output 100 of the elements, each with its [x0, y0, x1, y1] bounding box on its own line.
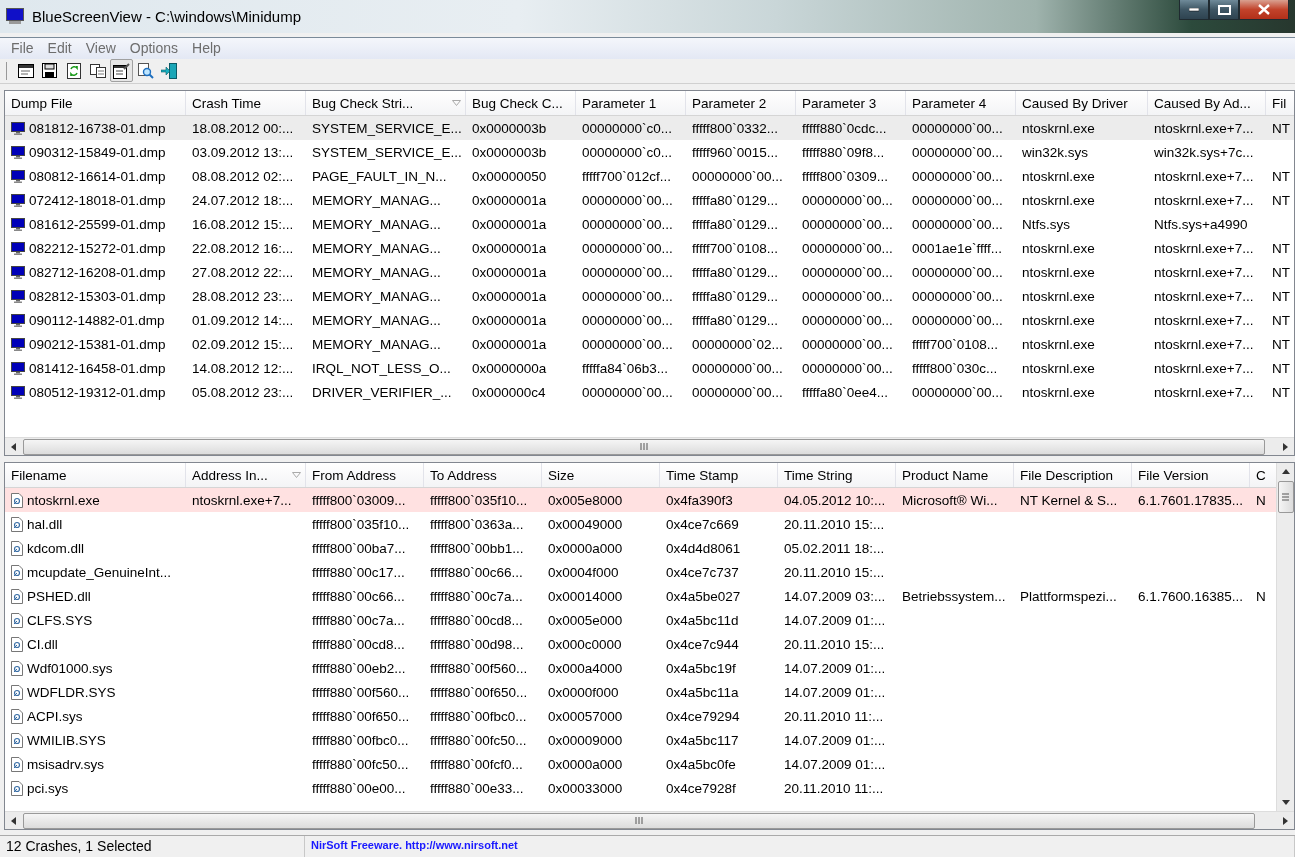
- table-row[interactable]: kdcom.dll fffff800`00ba7... fffff800`00bb1... 0x0000a000 0x4d4d8061 05.02.2011 18:...: [5, 536, 1276, 560]
- website-link[interactable]: NirSoft Freeware. http://www.nirsoft.net: [311, 838, 518, 851]
- table-row[interactable]: WDFLDR.SYS fffff880`00f560... fffff880`00f650... 0x0000f000 0x4a5bc11a 14.07.2009 01:...: [5, 680, 1276, 704]
- table-row[interactable]: WMILIB.SYS fffff880`00fbc0... fffff880`00fc50... 0x00009000 0x4a5bc117 14.07.2009 01:...: [5, 728, 1276, 752]
- table-row[interactable]: 090212-15381-01.dmp 02.09.2012 15:... MEMORY_MANAG... 0x0000001a 00000000`00... 00000000`02... 00000000`00... fffff700`0108... ntoskrnl.exe ntoskrnl.exe+7... NT: [5, 332, 1294, 356]
- table-row[interactable]: 090112-14882-01.dmp 01.09.2012 14:... MEMORY_MANAG... 0x0000001a 00000000`00... fffffa80`0129... 00000000`00... 00000000`00... ntoskrnl.exe ntoskrnl.exe+7... NT: [5, 308, 1294, 332]
- scroll-left-icon[interactable]: [10, 442, 17, 451]
- column-header[interactable]: Address In...: [186, 463, 306, 487]
- menu-item[interactable]: View: [78, 40, 123, 57]
- column-header[interactable]: Time Stamp: [660, 463, 778, 487]
- table-row[interactable]: msisadrv.sys fffff880`00fc50... fffff880`00fcf0... 0x0000a000 0x4a5bc0fe 14.07.2009 01:...: [5, 752, 1276, 776]
- grip-icon: [640, 443, 648, 450]
- table-cell: PSHED.dll: [27, 588, 91, 604]
- table-cell: 00000000`00...: [582, 240, 673, 256]
- table-cell: 00000000`00...: [912, 312, 1003, 328]
- column-header[interactable]: Bug Check C...: [466, 91, 576, 115]
- scroll-right-icon[interactable]: [1282, 816, 1289, 825]
- table-row[interactable]: 080512-19312-01.dmp 05.08.2012 23:... DRIVER_VERIFIER_... 0x000000c4 00000000`00... 00000000`00... fffffa80`0ee4... 00000000`00... ntoskrnl.exe ntoskrnl.exe+7... NT: [5, 380, 1294, 404]
- menu-item[interactable]: Help: [185, 40, 228, 57]
- table-row[interactable]: 081612-25599-01.dmp 16.08.2012 15:... MEMORY_MANAG... 0x0000001a 00000000`00... fffffa80`0129... 00000000`00... 00000000`00... Ntfs.sys Ntfs.sys+a4990: [5, 212, 1294, 236]
- table-row[interactable]: PSHED.dll fffff880`00c66... fffff880`00c7a... 0x00014000 0x4a5be027 14.07.2009 03:... Betriebssystem... Plattformspezi... 6.1.7600.16385... N: [5, 584, 1276, 608]
- table-cell: 01.09.2012 14:...: [192, 312, 294, 328]
- menu-item[interactable]: Options: [122, 40, 186, 57]
- save-icon: [42, 63, 57, 79]
- table-cell: 0x0000001a: [472, 264, 547, 280]
- table-cell: 00000000`00...: [912, 120, 1003, 136]
- column-header[interactable]: File Description: [1014, 463, 1132, 487]
- table-row[interactable]: ACPI.sys fffff880`00f650... fffff880`00fbc0... 0x00057000 0x4ce79294 20.11.2010 11:...: [5, 704, 1276, 728]
- table-cell: fffff700`012cf...: [582, 168, 672, 184]
- table-row[interactable]: 082212-15272-01.dmp 22.08.2012 16:... MEMORY_MANAG... 0x0000001a 00000000`00... fffff700`0108... 00000000`00... 0001ae1e`ffff... ntoskrnl.exe ntoskrnl.exe+7... NT: [5, 236, 1294, 260]
- table-cell: Wdf01000.sys: [27, 660, 113, 676]
- table-cell: 0x00049000: [548, 516, 623, 532]
- column-header[interactable]: Fil: [1266, 91, 1294, 115]
- table-row[interactable]: pci.sys fffff880`00e00... fffff880`00e33... 0x00033000 0x4ce7928f 20.11.2010 11:...: [5, 776, 1276, 800]
- scroll-down-icon[interactable]: [1281, 800, 1290, 805]
- scroll-right-icon[interactable]: [1282, 442, 1289, 451]
- toolbar-button[interactable]: [110, 59, 133, 83]
- column-header[interactable]: Filename: [5, 463, 186, 487]
- table-cell: NT: [1272, 288, 1290, 304]
- table-row[interactable]: CLFS.SYS fffff880`00c7a... fffff880`00cd8... 0x0005e000 0x4a5bc11d 14.07.2009 01:...: [5, 608, 1276, 632]
- table-cell: 00000000`00...: [912, 384, 1003, 400]
- column-header[interactable]: Parameter 3: [796, 91, 906, 115]
- table-row[interactable]: 082812-15303-01.dmp 28.08.2012 23:... MEMORY_MANAG... 0x0000001a 00000000`00... fffffa80`0129... 00000000`00... 00000000`00... ntoskrnl.exe ntoskrnl.exe+7... NT: [5, 284, 1294, 308]
- column-header[interactable]: Parameter 2: [686, 91, 796, 115]
- column-header[interactable]: To Address: [424, 463, 542, 487]
- column-header[interactable]: Dump File: [5, 91, 186, 115]
- column-header[interactable]: Parameter 1: [576, 91, 686, 115]
- table-cell: WDFLDR.SYS: [27, 684, 116, 700]
- column-header[interactable]: Parameter 4: [906, 91, 1016, 115]
- table-row[interactable]: 090312-15849-01.dmp 03.09.2012 13:... SYSTEM_SERVICE_E... 0x0000003b 00000000`c0... fffff960`0015... fffff880`09f8... 00000000`00... win32k.sys win32k.sys+7c...: [5, 140, 1294, 164]
- menu-item[interactable]: Edit: [40, 40, 79, 57]
- table-cell: 0x0000001a: [472, 240, 547, 256]
- table-row[interactable]: 072412-18018-01.dmp 24.07.2012 18:... MEMORY_MANAG... 0x0000001a 00000000`00... fffffa80`0129... 00000000`00... 00000000`00... ntoskrnl.exe ntoskrnl.exe+7... NT: [5, 188, 1294, 212]
- column-header[interactable]: Caused By Ad...: [1148, 91, 1266, 115]
- table-cell: fffff800`030c...: [912, 360, 998, 376]
- table-cell: 00000000`00...: [692, 384, 783, 400]
- column-header[interactable]: Caused By Driver: [1016, 91, 1148, 115]
- column-header[interactable]: Size: [542, 463, 660, 487]
- column-header[interactable]: Bug Check Stri...: [306, 91, 466, 115]
- vertical-scrollbar[interactable]: [1276, 463, 1294, 811]
- table-row[interactable]: CI.dll fffff880`00cd8... fffff880`00d98... 0x000c0000 0x4ce7c944 20.11.2010 15:...: [5, 632, 1276, 656]
- close-button[interactable]: [1239, 0, 1289, 20]
- minimize-button[interactable]: [1179, 0, 1209, 20]
- column-header[interactable]: File Version: [1132, 463, 1250, 487]
- table-cell: 02.09.2012 15:...: [192, 336, 294, 352]
- column-header[interactable]: From Address: [306, 463, 424, 487]
- table-row[interactable]: Wdf01000.sys fffff880`00eb2... fffff880`00f560... 0x000a4000 0x4a5bc19f 14.07.2009 01:...: [5, 656, 1276, 680]
- table-cell: fffff880`00c66...: [312, 588, 405, 604]
- table-cell: ntoskrnl.exe+7...: [1154, 168, 1254, 184]
- scroll-up-icon[interactable]: [1281, 469, 1290, 474]
- table-cell: 0x4a5bc19f: [666, 660, 736, 676]
- column-header[interactable]: Product Name: [896, 463, 1014, 487]
- scroll-thumb[interactable]: [1277, 481, 1294, 513]
- table-cell: fffff800`03009...: [312, 492, 406, 508]
- table-row[interactable]: 081412-16458-01.dmp 14.08.2012 12:... IRQL_NOT_LESS_O... 0x0000000a fffffa84`06b3... 00000000`00... 00000000`00... fffff800`030c... ntoskrnl.exe ntoskrnl.exe+7... NT: [5, 356, 1294, 380]
- table-cell: 00000000`00...: [912, 144, 1003, 160]
- menu-item[interactable]: File: [4, 40, 41, 57]
- table-cell: MEMORY_MANAG...: [312, 240, 441, 256]
- table-cell: 0x00000050: [472, 168, 547, 184]
- table-cell: mcupdate_GenuineInt...: [27, 564, 172, 580]
- table-cell: 082212-15272-01.dmp: [29, 240, 166, 256]
- table-row[interactable]: 080812-16614-01.dmp 08.08.2012 02:... PAGE_FAULT_IN_N... 0x00000050 fffff700`012cf... 00000000`00... fffff800`0309... 00000000`00... ntoskrnl.exe ntoskrnl.exe+7... NT: [5, 164, 1294, 188]
- column-header[interactable]: Time String: [778, 463, 896, 487]
- table-row[interactable]: mcupdate_GenuineInt... fffff880`00c17... fffff880`00c66... 0x0004f000 0x4ce7c737 20.11.2010 15:...: [5, 560, 1276, 584]
- table-row[interactable]: 081812-16738-01.dmp 18.08.2012 00:... SYSTEM_SERVICE_E... 0x0000003b 00000000`c0... fffff800`0332... fffff880`0cdc... 00000000`00... ntoskrnl.exe ntoskrnl.exe+7... NT: [5, 116, 1294, 140]
- maximize-button[interactable]: [1209, 0, 1239, 20]
- table-cell: fffff800`035f10...: [430, 492, 528, 508]
- table-cell: 0x0004f000: [548, 564, 619, 580]
- monitor-icon: [11, 217, 25, 231]
- maximize-icon: [1217, 4, 1231, 15]
- scroll-left-icon[interactable]: [10, 816, 17, 825]
- table-cell: 0x4ce79294: [666, 708, 740, 724]
- table-cell: 0x0000a000: [548, 540, 623, 556]
- table-cell: 0x0000001a: [472, 192, 547, 208]
- table-row[interactable]: 082712-16208-01.dmp 27.08.2012 22:... MEMORY_MANAG... 0x0000001a 00000000`00... fffffa80`0129... 00000000`00... 00000000`00... ntoskrnl.exe ntoskrnl.exe+7... NT: [5, 260, 1294, 284]
- table-row[interactable]: hal.dll fffff800`035f10... fffff800`0363a... 0x00049000 0x4ce7c669 20.11.2010 15:...: [5, 512, 1276, 536]
- table-cell: NT: [1272, 360, 1290, 376]
- table-cell: fffffa84`06b3...: [582, 360, 669, 376]
- column-header[interactable]: Crash Time: [186, 91, 306, 115]
- table-row[interactable]: ntoskrnl.exe ntoskrnl.exe+7... fffff800`03009... fffff800`035f10... 0x005e8000 0x4fa390f3 04.05.2012 10:... Microsoft® Wi... NT Kernel & S... 6.1.7601.17835... N: [5, 488, 1276, 512]
